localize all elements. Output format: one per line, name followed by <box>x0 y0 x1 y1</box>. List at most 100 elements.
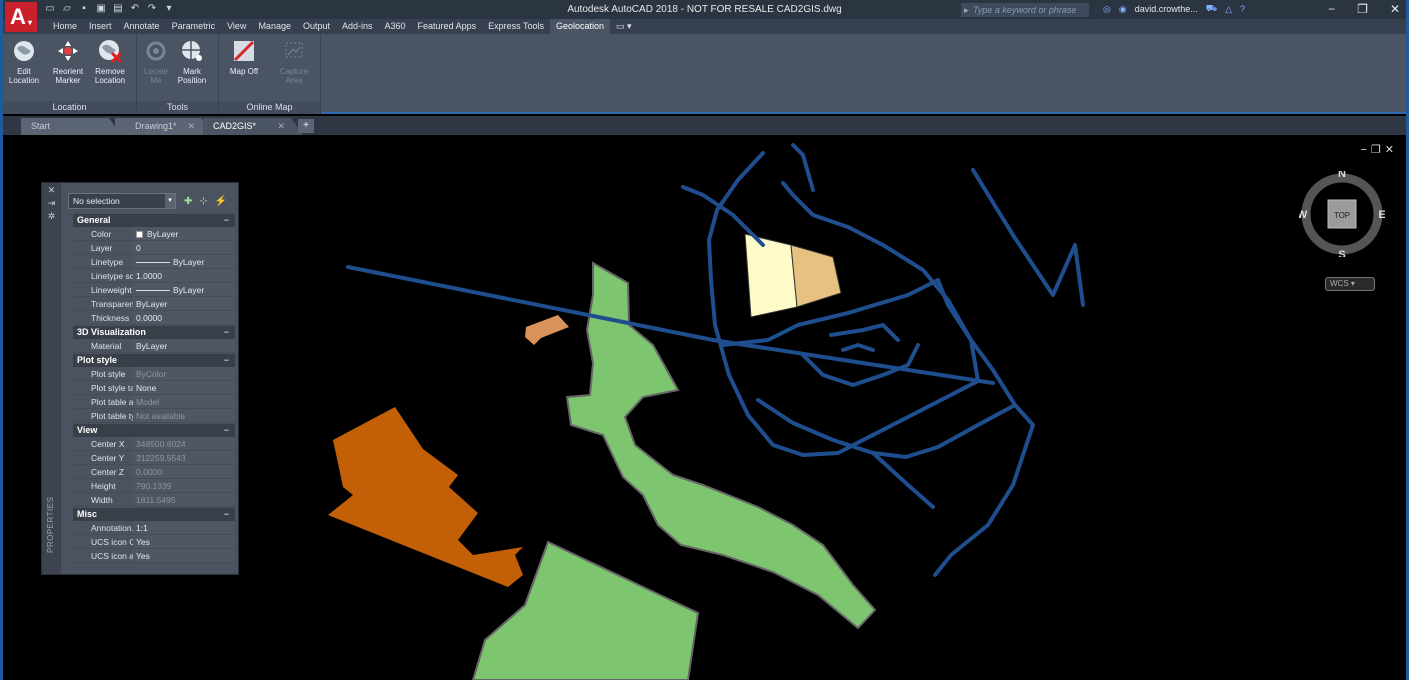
ribbon-tab-home[interactable]: Home <box>47 19 83 34</box>
ribbon-tab-annotate[interactable]: Annotate <box>118 19 166 34</box>
road-loop-outer[interactable] <box>707 151 980 457</box>
viewport-minimize-icon[interactable]: − <box>1360 144 1370 156</box>
ribbon-tab-a360[interactable]: A360 <box>379 19 412 34</box>
new-file-icon[interactable]: ▭ <box>43 2 57 15</box>
mark-position-button[interactable]: Mark Position <box>173 38 211 85</box>
property-row[interactable]: UCS icon OnYes <box>73 535 235 549</box>
selection-dropdown[interactable]: No selection ▾ <box>68 193 176 209</box>
road-north-branch[interactable] <box>971 168 1085 307</box>
property-row[interactable]: Plot table ty...Not available <box>73 409 235 423</box>
parcel-cream[interactable] <box>744 233 798 318</box>
road-top-north[interactable] <box>791 143 815 192</box>
close-icon[interactable]: ✕ <box>1390 2 1400 16</box>
property-row[interactable]: Material ByLayer <box>73 339 235 353</box>
search-input[interactable]: Type a keyword or phrase <box>961 3 1089 17</box>
property-row[interactable]: UCS icon at...Yes <box>73 549 235 563</box>
print-icon[interactable]: ▤ <box>111 2 125 15</box>
map-off-button[interactable]: Map Off <box>225 38 263 76</box>
viewport-restore-icon[interactable]: ❐ <box>1371 144 1385 156</box>
compass-north[interactable]: N <box>1338 171 1346 180</box>
property-row[interactable]: Lineweight ByLayer <box>73 283 235 297</box>
property-row[interactable]: Linetype sca...1.0000 <box>73 269 235 283</box>
open-folder-icon[interactable]: ▱ <box>60 2 74 15</box>
compass-west[interactable]: W <box>1299 209 1308 221</box>
compass-east[interactable]: E <box>1378 209 1385 221</box>
property-row[interactable]: Color ByLayer <box>73 227 235 241</box>
user-name[interactable]: david.crowthe... <box>1135 4 1198 14</box>
ribbon-tab-add-ins[interactable]: Add-ins <box>336 19 379 34</box>
undo-icon[interactable]: ↶ <box>128 2 142 15</box>
save-as-icon[interactable]: ▣ <box>94 2 108 15</box>
viewcube[interactable]: TOP N S W E <box>1299 171 1385 257</box>
section-view[interactable]: View − <box>73 424 235 437</box>
ucs-menu[interactable]: WCS ▾ <box>1325 277 1375 291</box>
binoculars-icon[interactable]: ◎ <box>1103 4 1111 15</box>
property-row[interactable]: TransparencyByLayer <box>73 297 235 311</box>
ribbon-tab-parametric[interactable]: Parametric <box>166 19 222 34</box>
cart-icon[interactable]: ⛟ <box>1206 3 1217 15</box>
ribbon-panel-toggle-icon[interactable]: ▭ ▾ <box>610 19 638 34</box>
property-row[interactable]: Height 790.1339 <box>73 479 235 493</box>
ribbon-tab-featured-apps[interactable]: Featured Apps <box>412 19 483 34</box>
road-long-diagonal[interactable] <box>346 265 995 385</box>
road-south-east[interactable] <box>871 451 935 509</box>
property-row[interactable]: Center Y 312259.5543 <box>73 451 235 465</box>
property-row[interactable]: Plot table at...Model <box>73 395 235 409</box>
ribbon-tab-output[interactable]: Output <box>297 19 336 34</box>
property-row[interactable]: Width 1811.5495 <box>73 493 235 507</box>
remove-location-button[interactable]: Remove Location <box>91 38 129 85</box>
section-misc[interactable]: Misc − <box>73 508 235 521</box>
section-general[interactable]: General − <box>73 214 235 227</box>
collapse-icon[interactable]: − <box>224 354 229 367</box>
ribbon-tab-insert[interactable]: Insert <box>83 19 118 34</box>
property-row[interactable]: Center Z 0.0000 <box>73 465 235 479</box>
viewport-close-icon[interactable]: ✕ <box>1385 144 1398 156</box>
restore-icon[interactable]: ❐ <box>1357 2 1368 16</box>
drawing-canvas[interactable]: −❐✕ TOP N S W E WCS ▾ ✕ ⇥ ✲ PROPERTIES N… <box>3 135 1406 680</box>
collapse-icon[interactable]: − <box>224 214 229 227</box>
property-row[interactable]: Thickness 0.0000 <box>73 311 235 325</box>
customize-dropdown-icon[interactable]: ▾ <box>162 2 176 15</box>
compass-south[interactable]: S <box>1338 249 1345 257</box>
palette-settings-icon[interactable]: ✲ <box>42 211 61 222</box>
parcel-tan[interactable] <box>790 244 842 308</box>
toggle-pickadd-icon[interactable]: ✚ <box>184 196 192 207</box>
minimize-icon[interactable]: − <box>1328 2 1335 16</box>
property-row[interactable]: Annotation...1:1 <box>73 521 235 535</box>
close-tab-icon[interactable]: ✕ <box>187 118 195 135</box>
save-icon[interactable]: ▪ <box>77 2 91 15</box>
new-tab-button[interactable]: + <box>298 119 314 133</box>
section-plot-style[interactable]: Plot style − <box>73 354 235 367</box>
palette-autohide-icon[interactable]: ⇥ <box>42 198 61 209</box>
select-objects-icon[interactable]: ⊹ <box>199 196 207 207</box>
ribbon-tab-view[interactable]: View <box>221 19 252 34</box>
edit-location-button[interactable]: Edit Location <box>5 38 43 85</box>
doc-tab-drawing1[interactable]: Drawing1* ✕ <box>115 118 213 135</box>
application-menu-button[interactable]: A ▾ <box>5 2 37 32</box>
doc-tab-start[interactable]: Start <box>21 118 121 135</box>
small-building-polygon[interactable] <box>525 315 569 345</box>
property-row[interactable]: Layer 0 <box>73 241 235 255</box>
collapse-icon[interactable]: − <box>224 326 229 339</box>
property-row[interactable]: Plot style ByColor <box>73 367 235 381</box>
a360-icon[interactable]: △ <box>1225 4 1232 15</box>
ribbon-tab-express-tools[interactable]: Express Tools <box>482 19 550 34</box>
redo-icon[interactable]: ↷ <box>145 2 159 15</box>
user-icon[interactable]: ◉ <box>1119 4 1127 15</box>
help-icon[interactable]: ? <box>1240 4 1245 14</box>
palette-close-icon[interactable]: ✕ <box>42 185 61 196</box>
ribbon-tab-manage[interactable]: Manage <box>252 19 297 34</box>
section-3d-visualization[interactable]: 3D Visualization − <box>73 326 235 339</box>
property-row[interactable]: Center X 348500.6024 <box>73 437 235 451</box>
building-polygon[interactable] <box>328 407 523 587</box>
capture-area-button[interactable]: Capture Area <box>275 38 313 85</box>
doc-tab-cad2gis[interactable]: CAD2GIS* ✕ <box>203 118 303 135</box>
collapse-icon[interactable]: − <box>224 424 229 437</box>
reorient-marker-button[interactable]: Reorient Marker <box>49 38 87 85</box>
close-tab-icon[interactable]: ✕ <box>277 118 285 135</box>
property-row[interactable]: Linetype ByLayer <box>73 255 235 269</box>
property-row[interactable]: Plot style ta...None <box>73 381 235 395</box>
collapse-icon[interactable]: − <box>224 508 229 521</box>
ribbon-tab-geolocation[interactable]: Geolocation <box>549 19 610 34</box>
locate-me-button[interactable]: Locate Me <box>137 38 175 85</box>
